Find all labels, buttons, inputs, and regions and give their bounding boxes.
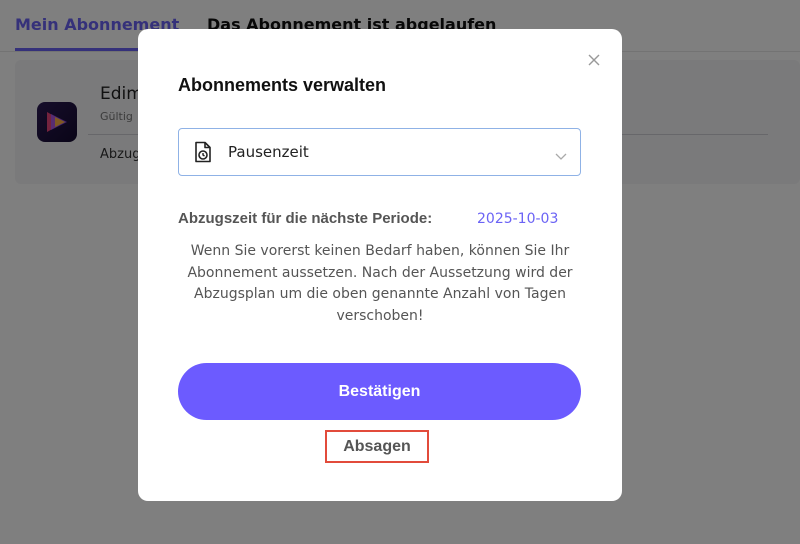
- next-deduction-label: Abzugszeit für die nächste Periode:: [178, 210, 433, 227]
- document-clock-icon: [193, 141, 213, 167]
- confirm-button[interactable]: Bestätigen: [178, 363, 581, 420]
- chevron-down-icon: [555, 146, 567, 165]
- pause-description: Wenn Sie vorerst keinen Bedarf haben, kö…: [187, 243, 573, 324]
- dialog-title: Abonnements verwalten: [178, 75, 387, 95]
- cancel-button[interactable]: Absagen: [325, 430, 429, 463]
- next-deduction-date: 2025-10-03: [477, 211, 559, 227]
- manage-subscription-dialog: Abonnements verwalten Pausenzeit Abzugsz…: [138, 29, 622, 501]
- close-icon[interactable]: [586, 52, 602, 68]
- select-value: Pausenzeit: [228, 143, 309, 161]
- action-select[interactable]: Pausenzeit: [178, 128, 581, 176]
